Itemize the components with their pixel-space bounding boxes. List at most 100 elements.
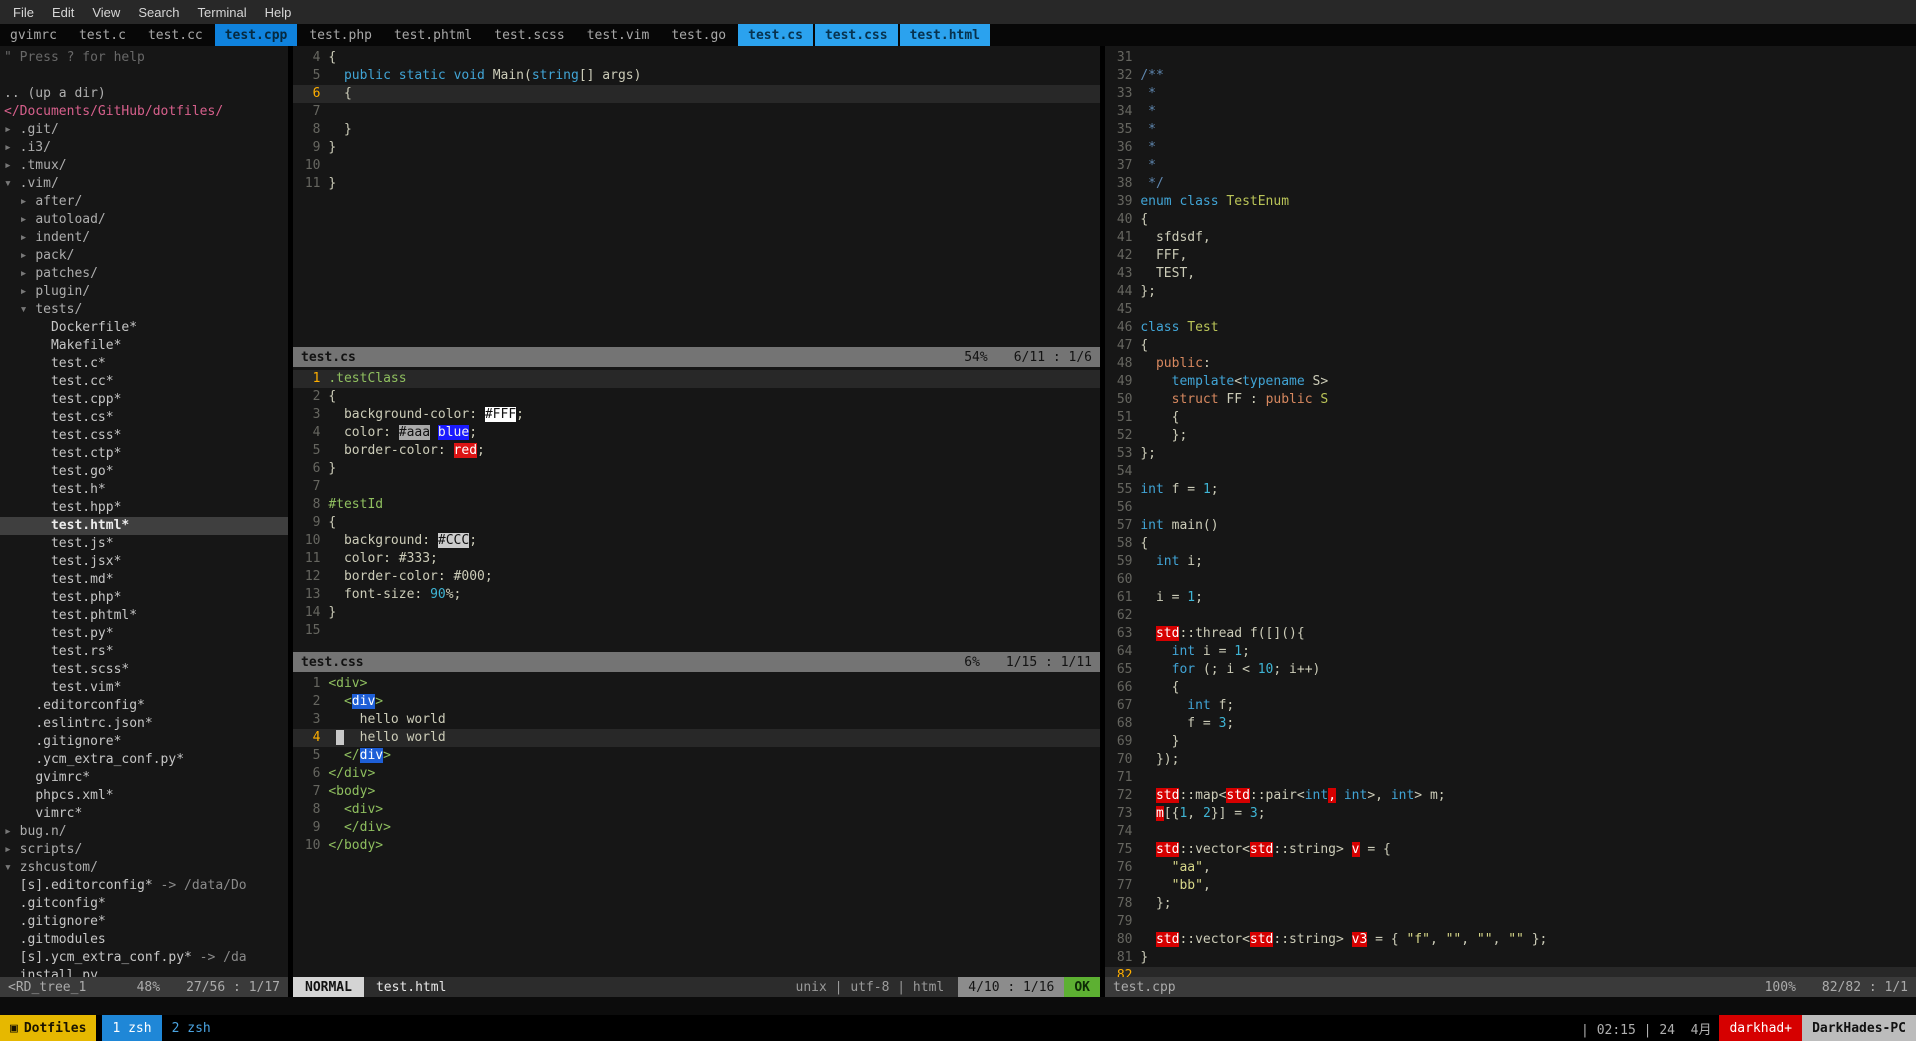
buffer-test-css[interactable]: 1 .testClass 2 { 3 background-color: #FF…	[293, 367, 1100, 652]
tree-item-documents-github-dotfiles[interactable]: </Documents/GitHub/dotfiles/	[4, 103, 288, 121]
tree-item-gitconfig[interactable]: .gitconfig*	[4, 895, 288, 913]
code-line-15[interactable]: 15	[297, 622, 1100, 640]
code-line-63[interactable]: 63 std::thread f([](){	[1109, 625, 1916, 643]
code-line-66[interactable]: 66 {	[1109, 679, 1916, 697]
code-line-7[interactable]: 7	[297, 478, 1100, 496]
tree-item-phpcs-xml[interactable]: phpcs.xml*	[4, 787, 288, 805]
code-line-33[interactable]: 33 *	[1109, 85, 1916, 103]
menu-item-help[interactable]: Help	[256, 5, 301, 20]
code-line-77[interactable]: 77 "bb",	[1109, 877, 1916, 895]
code-line-48[interactable]: 48 public:	[1109, 355, 1916, 373]
tab-test-phtml[interactable]: test.phtml	[384, 24, 482, 46]
code-line-40[interactable]: 40 {	[1109, 211, 1916, 229]
tree-item-up-a-dir[interactable]: .. (up a dir)	[4, 85, 288, 103]
code-line-59[interactable]: 59 int i;	[1109, 553, 1916, 571]
code-line-9[interactable]: 9 </div>	[297, 819, 1100, 837]
tree-item-test-cpp[interactable]: test.cpp*	[4, 391, 288, 409]
tree-item-vimrc[interactable]: vimrc*	[4, 805, 288, 823]
code-line-51[interactable]: 51 {	[1109, 409, 1916, 427]
code-line-14[interactable]: 14 }	[297, 604, 1100, 622]
code-line-44[interactable]: 44 };	[1109, 283, 1916, 301]
tree-item-blank[interactable]	[4, 67, 288, 85]
tree-item-scripts[interactable]: ▸ scripts/	[4, 841, 288, 859]
code-line-56[interactable]: 56	[1109, 499, 1916, 517]
code-line-9[interactable]: 9 }	[297, 139, 1100, 157]
tree-item-test-hpp[interactable]: test.hpp*	[4, 499, 288, 517]
tree-item-tests[interactable]: ▾ tests/	[4, 301, 288, 319]
tree-item-gvimrc[interactable]: gvimrc*	[4, 769, 288, 787]
code-line-47[interactable]: 47 {	[1109, 337, 1916, 355]
menu-item-edit[interactable]: Edit	[43, 5, 83, 20]
code-line-55[interactable]: 55 int f = 1;	[1109, 481, 1916, 499]
code-line-13[interactable]: 13 font-size: 90%;	[297, 586, 1100, 604]
tree-item-test-scss[interactable]: test.scss*	[4, 661, 288, 679]
tree-item-gitignore[interactable]: .gitignore*	[4, 733, 288, 751]
buffer-test-cs[interactable]: 4 { 5 public static void Main(string[] a…	[293, 46, 1100, 347]
tree-item-tmux[interactable]: ▸ .tmux/	[4, 157, 288, 175]
code-line-70[interactable]: 70 });	[1109, 751, 1916, 769]
code-line-5[interactable]: 5 public static void Main(string[] args)	[297, 67, 1100, 85]
menu-item-search[interactable]: Search	[129, 5, 188, 20]
code-line-4[interactable]: 4 {	[297, 49, 1100, 67]
code-line-31[interactable]: 31	[1109, 49, 1916, 67]
code-line-80[interactable]: 80 std::vector<std::string> v3 = { "f", …	[1109, 931, 1916, 949]
tree-item-patches[interactable]: ▸ patches/	[4, 265, 288, 283]
code-line-54[interactable]: 54	[1109, 463, 1916, 481]
code-line-4[interactable]: 4 color: #aaa blue;	[297, 424, 1100, 442]
tree-item-pack[interactable]: ▸ pack/	[4, 247, 288, 265]
code-line-43[interactable]: 43 TEST,	[1109, 265, 1916, 283]
code-line-50[interactable]: 50 struct FF : public S	[1109, 391, 1916, 409]
code-line-4[interactable]: 4 hello world	[293, 729, 1100, 747]
tree-item-test-js[interactable]: test.js*	[4, 535, 288, 553]
tmux-window-2[interactable]: 2 zsh	[172, 1021, 211, 1036]
code-line-10[interactable]: 10 </body>	[297, 837, 1100, 855]
tab-gvimrc[interactable]: gvimrc	[0, 24, 67, 46]
code-line-52[interactable]: 52 };	[1109, 427, 1916, 445]
tree-item-git[interactable]: ▸ .git/	[4, 121, 288, 139]
code-line-6[interactable]: 6 {	[293, 85, 1100, 103]
menu-item-view[interactable]: View	[83, 5, 129, 20]
code-line-46[interactable]: 46 class Test	[1109, 319, 1916, 337]
code-line-65[interactable]: 65 for (; i < 10; i++)	[1109, 661, 1916, 679]
tree-item-gitignore[interactable]: .gitignore*	[4, 913, 288, 931]
tree-item-press-for-help[interactable]: " Press ? for help	[4, 49, 288, 67]
tree-item-indent[interactable]: ▸ indent/	[4, 229, 288, 247]
tmux-session-chip[interactable]: ▣ Dotfiles	[0, 1015, 97, 1041]
tab-test-scss[interactable]: test.scss	[484, 24, 574, 46]
code-line-12[interactable]: 12 border-color: #000;	[297, 568, 1100, 586]
code-line-73[interactable]: 73 m[{1, 2}] = 3;	[1109, 805, 1916, 823]
tree-item-autoload[interactable]: ▸ autoload/	[4, 211, 288, 229]
code-line-41[interactable]: 41 sfdsdf,	[1109, 229, 1916, 247]
code-line-64[interactable]: 64 int i = 1;	[1109, 643, 1916, 661]
code-line-1[interactable]: 1 .testClass	[293, 370, 1100, 388]
code-line-67[interactable]: 67 int f;	[1109, 697, 1916, 715]
code-line-42[interactable]: 42 FFF,	[1109, 247, 1916, 265]
code-line-11[interactable]: 11 }	[297, 175, 1100, 193]
tree-item-after[interactable]: ▸ after/	[4, 193, 288, 211]
tree-item-test-h[interactable]: test.h*	[4, 481, 288, 499]
tree-item-bug-n[interactable]: ▸ bug.n/	[4, 823, 288, 841]
code-line-81[interactable]: 81 }	[1109, 949, 1916, 967]
code-line-8[interactable]: 8 <div>	[297, 801, 1100, 819]
tab-test-cc[interactable]: test.cc	[138, 24, 213, 46]
tree-item-plugin[interactable]: ▸ plugin/	[4, 283, 288, 301]
tree-item-test-jsx[interactable]: test.jsx*	[4, 553, 288, 571]
tree-item-dockerfile[interactable]: Dockerfile*	[4, 319, 288, 337]
tree-item-test-ctp[interactable]: test.ctp*	[4, 445, 288, 463]
code-line-76[interactable]: 76 "aa",	[1109, 859, 1916, 877]
code-line-68[interactable]: 68 f = 3;	[1109, 715, 1916, 733]
code-line-60[interactable]: 60	[1109, 571, 1916, 589]
tree-item-vim[interactable]: ▾ .vim/	[4, 175, 288, 193]
code-line-7[interactable]: 7 <body>	[297, 783, 1100, 801]
tree-item-test-rs[interactable]: test.rs*	[4, 643, 288, 661]
code-line-32[interactable]: 32 /**	[1109, 67, 1916, 85]
code-line-78[interactable]: 78 };	[1109, 895, 1916, 913]
code-line-5[interactable]: 5 border-color: red;	[297, 442, 1100, 460]
code-line-53[interactable]: 53 };	[1109, 445, 1916, 463]
code-line-79[interactable]: 79	[1109, 913, 1916, 931]
tab-test-cpp[interactable]: test.cpp	[214, 24, 298, 46]
tree-item-gitmodules[interactable]: .gitmodules	[4, 931, 288, 949]
menu-item-terminal[interactable]: Terminal	[189, 5, 256, 20]
code-line-6[interactable]: 6 </div>	[297, 765, 1100, 783]
tab-test-php[interactable]: test.php	[299, 24, 382, 46]
